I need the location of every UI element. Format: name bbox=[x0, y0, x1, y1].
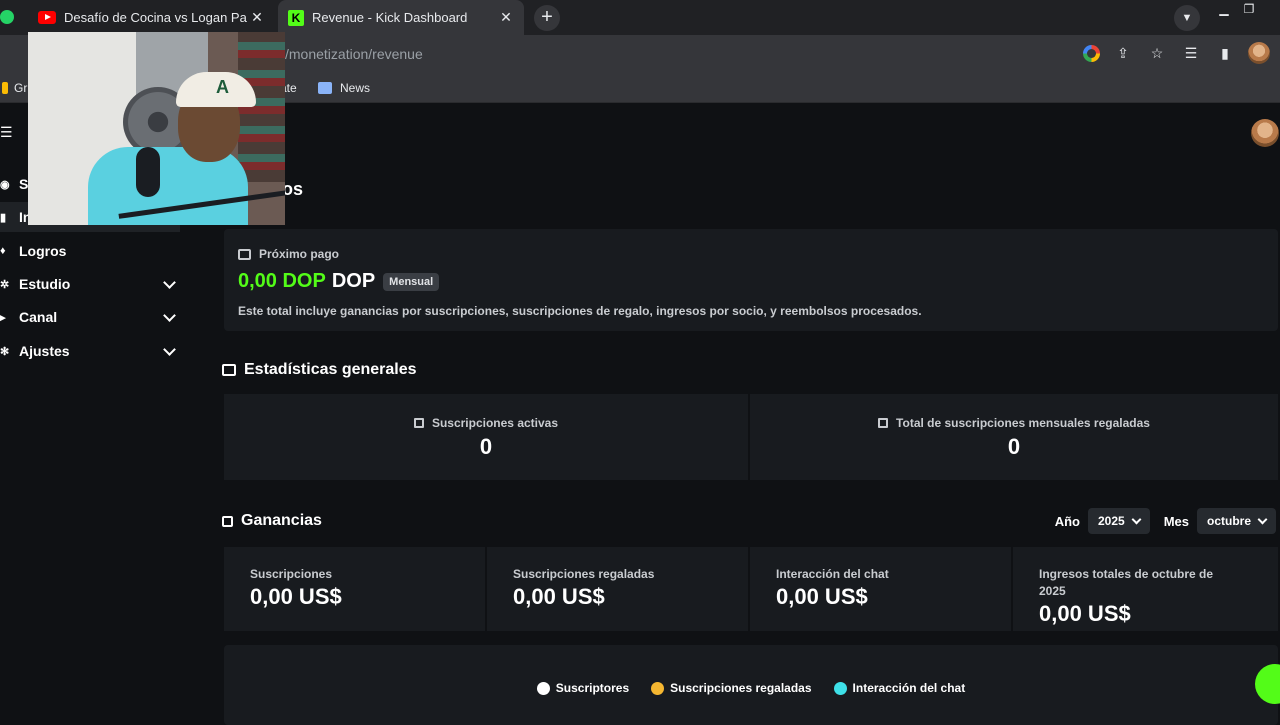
tab-title: Revenue - Kick Dashboard bbox=[312, 10, 468, 25]
menu-icon[interactable]: ☰ bbox=[0, 124, 13, 141]
sidebar-item-logros[interactable]: ♦ Logros bbox=[0, 236, 180, 266]
webcam-overlay: A bbox=[28, 32, 285, 225]
share-icon[interactable]: ⇪ bbox=[1112, 42, 1134, 64]
user-avatar[interactable] bbox=[1251, 119, 1279, 147]
earning-value: 0,00 US$ bbox=[513, 584, 605, 609]
earning-card-total: Ingresos totales de octubre de 2025 0,00… bbox=[1013, 547, 1278, 631]
frequency-badge: Mensual bbox=[383, 272, 440, 291]
stat-card-gifted-subs: Total de suscripciones mensuales regalad… bbox=[750, 394, 1278, 480]
payout-currency: DOP bbox=[331, 270, 376, 292]
bookmark-news[interactable]: News bbox=[318, 81, 370, 95]
main-content: os Próximo pago 0,00 DOP DOP Mensual Est… bbox=[222, 159, 1280, 725]
chevron-down-icon bbox=[1257, 514, 1268, 524]
google-icon[interactable] bbox=[1083, 44, 1100, 62]
earning-card-gifted: Suscripciones regaladas 0,00 US$ bbox=[487, 547, 748, 631]
chevron-down-icon bbox=[163, 276, 176, 289]
earning-card-subscriptions: Suscripciones 0,00 US$ bbox=[224, 547, 485, 631]
news-icon bbox=[318, 82, 332, 94]
earning-label: Suscripciones regaladas bbox=[513, 567, 655, 581]
earning-value: 0,00 US$ bbox=[250, 584, 342, 609]
star-icon[interactable]: ☆ bbox=[1146, 42, 1168, 64]
year-label: Año bbox=[1054, 513, 1080, 529]
kick-logo-icon: K bbox=[288, 9, 304, 26]
sidebar-icon: ▮ bbox=[0, 211, 7, 224]
legend-item-subscribers[interactable]: Suscriptores bbox=[536, 681, 629, 695]
earning-label: Suscripciones bbox=[250, 567, 333, 581]
new-tab-button[interactable]: + bbox=[534, 5, 560, 31]
sidebar: ◉ S ▮ In ♦ Logros ✲ Estudio ▸ Canal ✻ Aj… bbox=[0, 159, 180, 720]
profile-avatar[interactable] bbox=[1248, 42, 1270, 64]
wallet-icon bbox=[238, 248, 251, 260]
earnings-filters: Año 2025 Mes octubre bbox=[1055, 508, 1276, 534]
month-select[interactable]: octubre bbox=[1196, 508, 1276, 534]
chart-legend: Suscriptores Suscripciones regaladas Int… bbox=[224, 681, 1278, 695]
payout-amount: 0,00 DOP DOP Mensual bbox=[238, 270, 440, 293]
month-label: Mes bbox=[1163, 513, 1189, 529]
general-stats: Suscripciones activas 0 Total de suscrip… bbox=[224, 394, 1278, 480]
chart-icon bbox=[878, 418, 889, 428]
next-payout-card: Próximo pago 0,00 DOP DOP Mensual Este t… bbox=[224, 229, 1278, 331]
bookmark-icon bbox=[2, 82, 8, 94]
sidebar-item-canal[interactable]: ▸ Canal bbox=[0, 302, 180, 332]
stat-value: 0 bbox=[1007, 434, 1021, 459]
chart-icon bbox=[413, 418, 424, 428]
cap-logo: A bbox=[216, 77, 229, 97]
stat-card-active-subs: Suscripciones activas 0 bbox=[224, 394, 748, 480]
earning-card-chat: Interacción del chat 0,00 US$ bbox=[750, 547, 1011, 631]
trophy-icon: ♦ bbox=[0, 245, 6, 257]
stats-heading: Estadísticas generales bbox=[222, 361, 417, 379]
legend-item-gifted[interactable]: Suscripciones regaladas bbox=[651, 681, 812, 695]
tab-search-button[interactable]: ▼ bbox=[1174, 5, 1200, 31]
tab-youtube[interactable]: Desafío de Cocina vs Logan Paul ✕ bbox=[0, 0, 275, 35]
side-panel-icon[interactable]: ▮ bbox=[1214, 42, 1236, 64]
legend-dot bbox=[833, 681, 847, 695]
earnings-cards: Suscripciones 0,00 US$ Suscripciones reg… bbox=[224, 547, 1278, 631]
earning-label: Ingresos totales de octubre de 2025 bbox=[1039, 567, 1214, 598]
restore-button[interactable]: ❐ bbox=[1238, 0, 1260, 18]
close-icon[interactable]: ✕ bbox=[496, 9, 516, 26]
bookmark-item[interactable]: Gr bbox=[2, 81, 27, 95]
tab-title: Desafío de Cocina vs Logan Paul bbox=[64, 10, 247, 25]
year-select[interactable]: 2025 bbox=[1087, 508, 1150, 534]
payout-label: Próximo pago bbox=[238, 247, 339, 261]
chevron-down-icon bbox=[163, 343, 176, 356]
reading-list-icon[interactable]: ☰ bbox=[1180, 42, 1202, 64]
earnings-icon bbox=[222, 515, 233, 527]
close-icon[interactable]: ✕ bbox=[247, 9, 267, 26]
sidebar-item-estudio[interactable]: ✲ Estudio bbox=[0, 269, 180, 299]
tab-kick-dashboard[interactable]: K Revenue - Kick Dashboard ✕ bbox=[278, 0, 524, 35]
earning-label: Interacción del chat bbox=[776, 567, 889, 581]
stat-label: Total de suscripciones mensuales regalad… bbox=[750, 416, 1278, 430]
studio-icon: ✲ bbox=[0, 278, 10, 291]
stats-icon bbox=[222, 364, 236, 376]
youtube-icon bbox=[38, 11, 56, 24]
sidebar-icon: ◉ bbox=[0, 178, 10, 191]
chevron-down-icon bbox=[1131, 514, 1142, 524]
sidebar-item-ajustes[interactable]: ✻ Ajustes bbox=[0, 336, 180, 366]
earnings-chart: Suscriptores Suscripciones regaladas Int… bbox=[224, 645, 1278, 725]
legend-item-chat[interactable]: Interacción del chat bbox=[833, 681, 965, 695]
chevron-down-icon bbox=[163, 309, 176, 322]
legend-dot bbox=[536, 681, 550, 695]
earning-value: 0,00 US$ bbox=[1039, 601, 1131, 626]
url-input[interactable]: /monetization/revenue bbox=[285, 46, 423, 62]
stat-value: 0 bbox=[479, 434, 493, 459]
channel-icon: ▸ bbox=[0, 311, 6, 324]
browser-tab-bar: Desafío de Cocina vs Logan Paul ✕ K Reve… bbox=[0, 0, 1280, 35]
legend-dot bbox=[651, 681, 665, 695]
payout-note: Este total incluye ganancias por suscrip… bbox=[238, 304, 922, 318]
stat-label: Suscripciones activas bbox=[224, 416, 748, 430]
earnings-heading: Ganancias bbox=[222, 512, 322, 530]
minimize-button[interactable]: ▁ bbox=[1213, 0, 1235, 18]
earning-value: 0,00 US$ bbox=[776, 584, 868, 609]
gear-icon: ✻ bbox=[0, 345, 10, 358]
payout-value: 0,00 DOP bbox=[238, 270, 326, 292]
microphone-icon bbox=[136, 147, 160, 197]
